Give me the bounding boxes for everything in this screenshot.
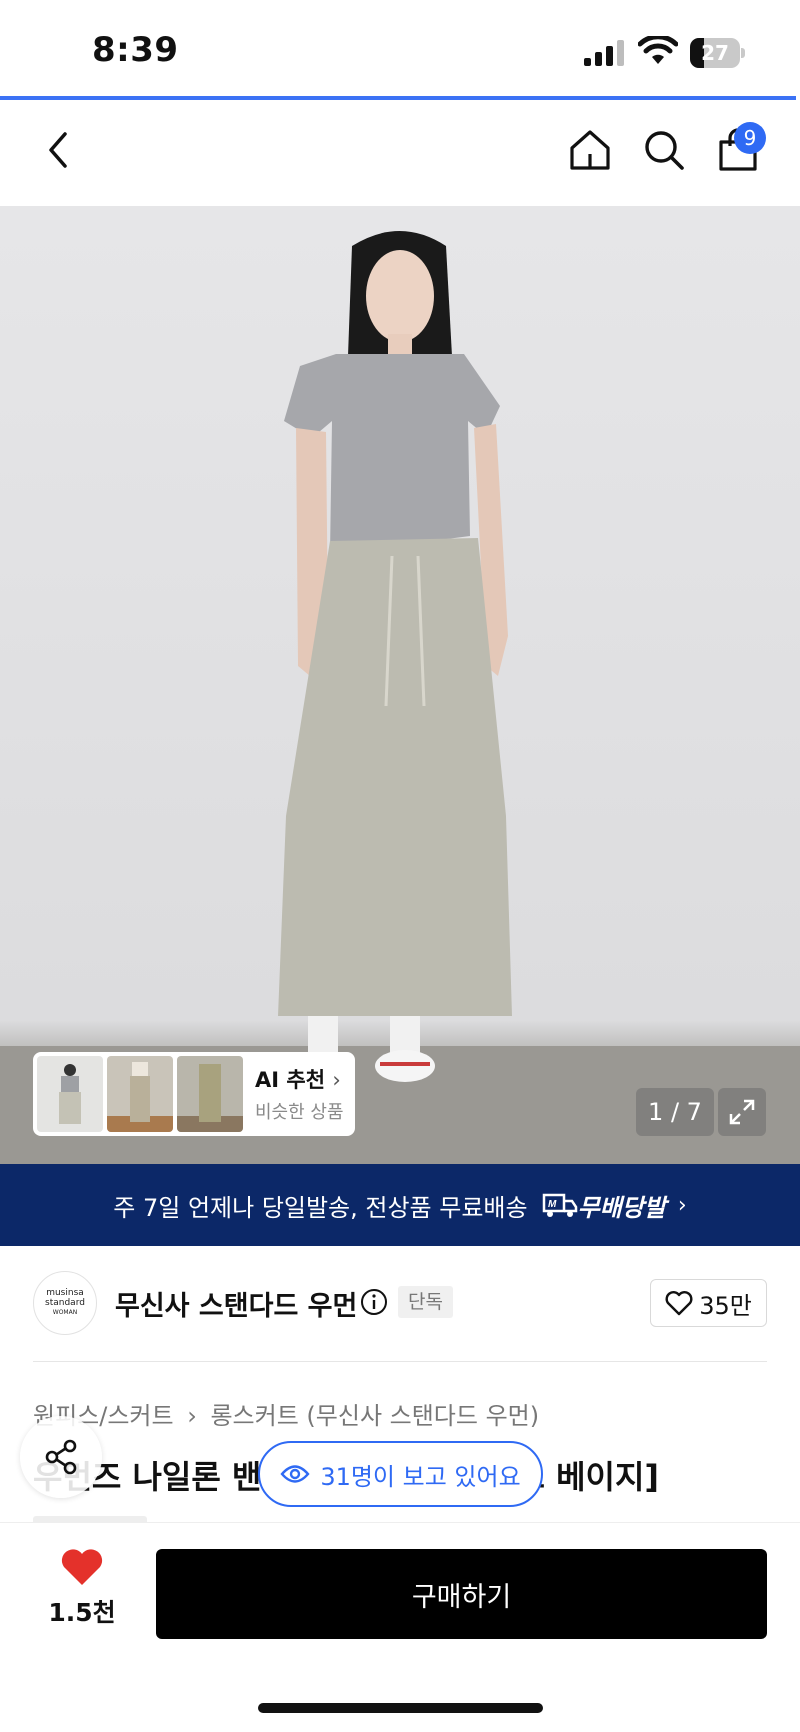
ai-thumb-3[interactable] — [177, 1056, 243, 1132]
info-icon[interactable] — [360, 1288, 388, 1316]
cellular-signal-icon — [584, 40, 624, 66]
back-button[interactable] — [28, 120, 88, 180]
image-counter: 1 / 7 — [636, 1088, 714, 1136]
search-icon — [645, 131, 684, 170]
status-bar: 8:39 27 — [0, 0, 800, 96]
breadcrumb-subcategory[interactable]: 롱스커트 (무신사 스탠다드 우먼) — [210, 1402, 539, 1430]
chevron-right-icon: › — [332, 1068, 341, 1092]
ai-recommend-title: AI 추천 › — [255, 1068, 341, 1092]
delivery-text: 주 7일 언제나 당일발송, 전상품 무료배송 — [113, 1193, 528, 1222]
chevron-left-icon — [49, 132, 67, 168]
thumbnail-image — [59, 1064, 81, 1124]
exclusive-tag: 단독 — [398, 1286, 453, 1318]
expand-icon — [729, 1099, 755, 1125]
thumbnail-image — [107, 1062, 173, 1132]
wishlist-count: 1.5천 — [48, 1598, 116, 1627]
svg-text:M: M — [548, 1199, 557, 1210]
status-time: 8:39 — [92, 30, 179, 70]
home-button[interactable] — [560, 120, 620, 180]
home-icon — [570, 130, 610, 170]
brand-like-count: 35만 — [699, 1291, 752, 1320]
expand-image-button[interactable] — [718, 1088, 766, 1136]
buy-button[interactable]: 구매하기 — [156, 1549, 767, 1639]
brand-name[interactable]: 무신사 스탠다드 우먼 — [115, 1284, 357, 1323]
home-indicator — [258, 1703, 543, 1713]
ai-recommend-subtitle: 비슷한 상품 — [255, 1102, 344, 1123]
delivery-logo-text: 무배당발 — [577, 1193, 666, 1222]
heart-filled-icon — [61, 1549, 103, 1585]
product-photo — [0, 231, 800, 1164]
brand-like-button[interactable]: 35만 — [650, 1279, 767, 1327]
wifi-icon — [638, 36, 678, 64]
chevron-right-icon: › — [677, 1192, 687, 1218]
product-main-image[interactable] — [0, 206, 800, 1164]
heart-outline-icon — [665, 1291, 693, 1316]
wishlist-button[interactable]: 1.5천 — [40, 1547, 124, 1647]
brand-logo-line: standard — [45, 1298, 85, 1308]
delivery-truck-icon: M — [542, 1193, 577, 1217]
chevron-right-icon: › — [187, 1402, 197, 1430]
delivery-banner[interactable]: 주 7일 언제나 당일발송, 전상품 무료배송 M 무배당발 › — [0, 1164, 800, 1246]
ai-thumb-2[interactable] — [107, 1056, 173, 1132]
search-button[interactable] — [634, 120, 694, 180]
breadcrumb: 원피스/스커트 › 롱스커트 (무신사 스탠다드 우먼) — [33, 1396, 539, 1431]
brand-logo-line: musinsa — [46, 1288, 84, 1298]
brand-row: musinsa standard WOMAN 무신사 스탠다드 우먼 단독 35… — [0, 1246, 800, 1362]
viewers-text: 31명이 보고 있어요 — [320, 1462, 521, 1491]
share-icon — [45, 1439, 77, 1475]
cart-count-badge: 9 — [734, 122, 766, 154]
brand-logo[interactable]: musinsa standard WOMAN — [33, 1271, 97, 1335]
ai-thumb-1[interactable] — [37, 1056, 103, 1132]
brand-logo-line: WOMAN — [52, 1309, 78, 1316]
bottom-action-bar: 1.5천 구매하기 — [0, 1522, 800, 1732]
eye-icon — [280, 1465, 310, 1483]
thumbnail-image — [177, 1064, 243, 1132]
battery-level: 27 — [701, 41, 729, 65]
share-button[interactable] — [20, 1416, 102, 1498]
divider — [33, 1361, 767, 1362]
delivery-logo: M 무배당발 — [542, 1188, 666, 1223]
battery-icon: 27 — [690, 38, 746, 68]
viewers-count-pill: 31명이 보고 있어요 — [258, 1441, 543, 1507]
nav-header — [0, 100, 800, 206]
ai-recommendation-card[interactable]: AI 추천 › 비슷한 상품 — [33, 1052, 355, 1136]
